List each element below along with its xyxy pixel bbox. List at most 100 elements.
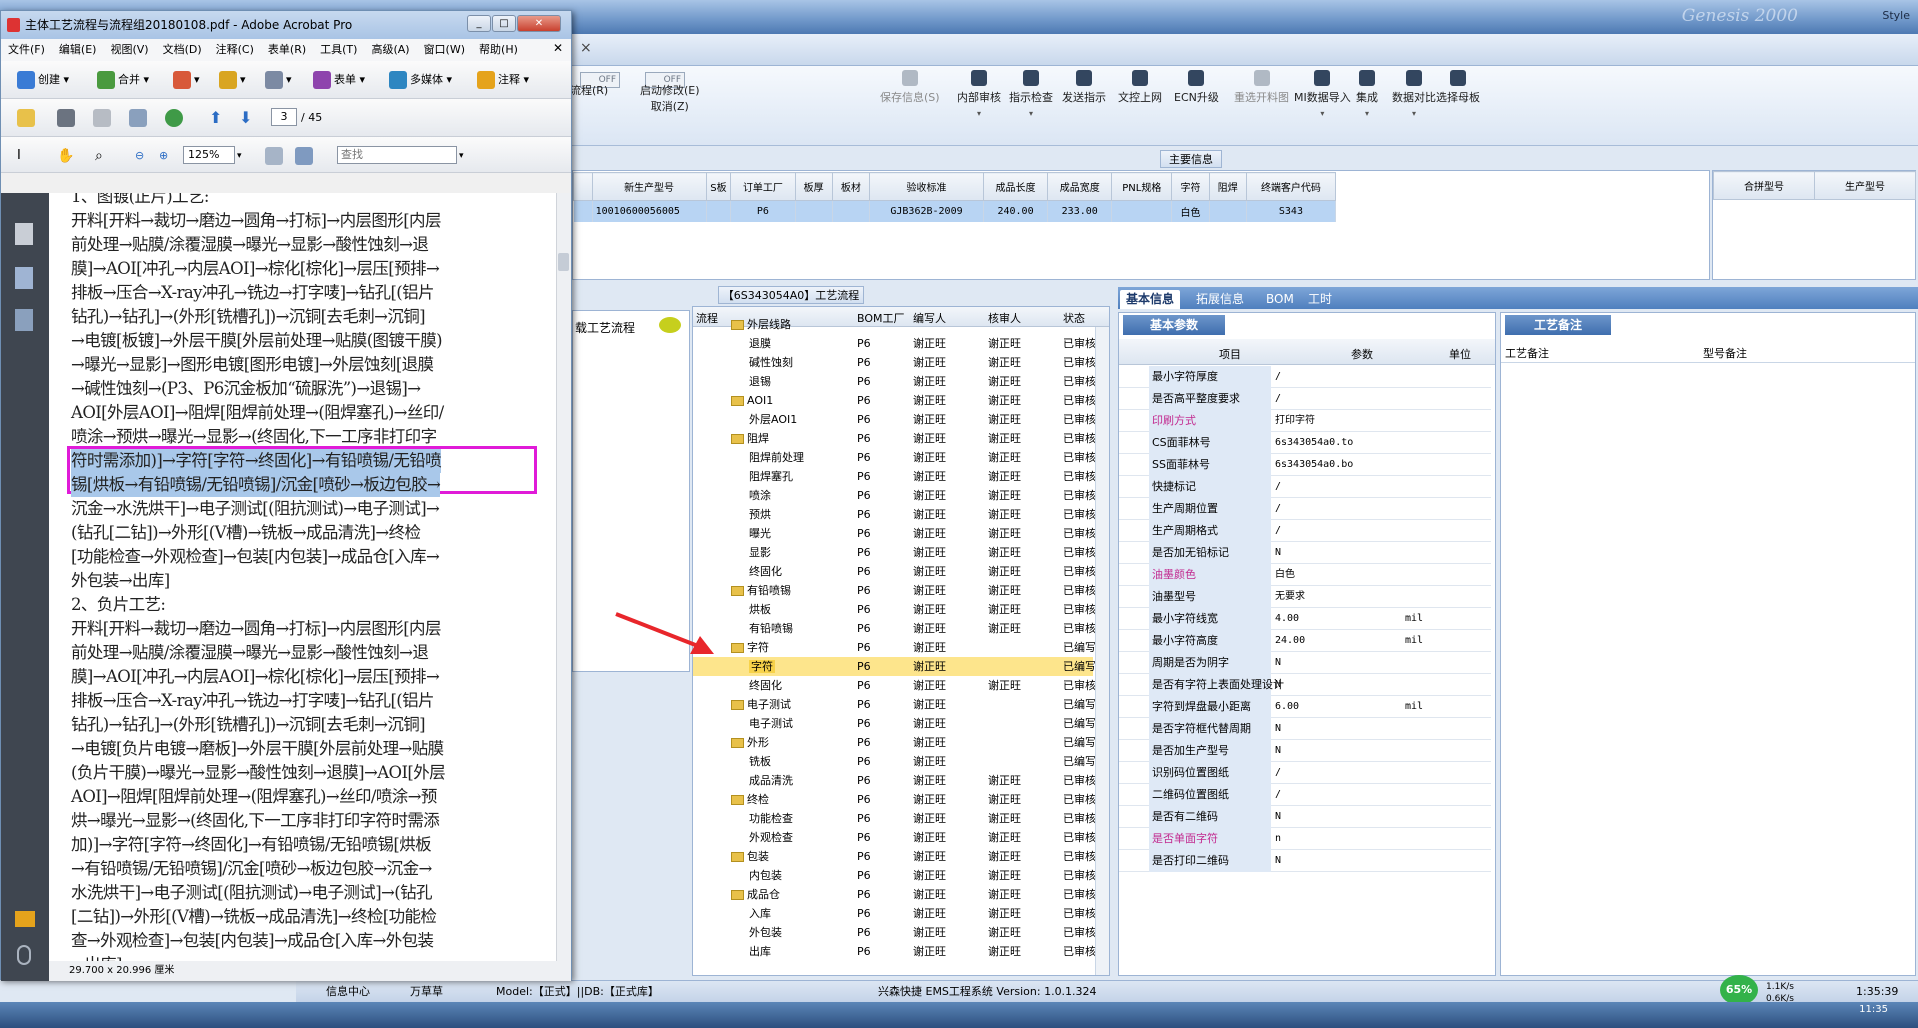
param-value[interactable]: 6s343054a0.bo (1275, 454, 1353, 476)
main-col-header[interactable]: 验收标准 (869, 172, 984, 201)
zoom-out-icon[interactable]: ⊖ (135, 146, 144, 166)
ribbon-button-2[interactable]: 保存信息(S) (880, 70, 940, 105)
web-icon[interactable] (165, 108, 186, 128)
chevron-down-icon[interactable]: ▾ (1009, 109, 1053, 118)
ribbon-button-12[interactable]: 选择母板 (1436, 70, 1480, 105)
param-row[interactable]: 二维码位置图纸 / (1119, 784, 1491, 806)
param-value[interactable]: 6.00 (1275, 696, 1299, 718)
flow-tree-row[interactable]: 终检 P6 谢正旺 谢正旺 已审核 (693, 790, 1096, 809)
flow-tree-row[interactable]: 喷涂 P6 谢正旺 谢正旺 已审核 (693, 486, 1096, 505)
param-row[interactable]: 是否单面字符 n (1119, 828, 1491, 850)
main-cell[interactable]: 10010600056005 (592, 200, 707, 222)
pdf-text-line[interactable]: 排板→压合→X-ray冲孔→铣边→打字唛]→钻孔[(铝片 (71, 281, 435, 305)
main-col-header[interactable]: S板 (705, 172, 732, 201)
chevron-down-icon[interactable]: ▾ (1392, 109, 1436, 118)
acrobat-menu-item[interactable]: 工具(T) (313, 39, 364, 61)
chevron-down-icon[interactable]: ▾ (1356, 109, 1378, 118)
ribbon-button-1[interactable]: 启动修改(E) 取消(Z) (640, 82, 700, 114)
param-value[interactable]: n (1275, 828, 1281, 850)
pdf-text-line[interactable]: [功能检查→外观检查]→包装[内包装]→成品仓[入库→ (71, 545, 440, 569)
acrobat-menu-item[interactable]: 视图(V) (103, 39, 155, 61)
main-col-header[interactable]: PNL规格 (1111, 172, 1173, 201)
main-cell[interactable] (795, 200, 833, 222)
acrobat-menu-item[interactable]: 表单(R) (261, 39, 313, 61)
fit-page-icon[interactable] (265, 146, 286, 166)
fullscreen-icon[interactable] (295, 146, 316, 166)
flow-tree-row[interactable]: 电子测试 P6 谢正旺 已编写 (693, 695, 1096, 714)
ribbon-button-8[interactable]: 重选开料图 (1234, 70, 1289, 105)
param-value[interactable]: 24.00 (1275, 630, 1305, 652)
item-col-header[interactable]: 项目 (1219, 346, 1241, 362)
pdf-text-line[interactable]: →出库] (71, 953, 122, 961)
main-cell[interactable] (706, 200, 732, 222)
ribbon-button-5[interactable]: 发送指示 (1062, 70, 1106, 105)
param-value[interactable]: / (1275, 784, 1281, 806)
param-row[interactable]: 是否字符框代替周期 N (1119, 718, 1491, 740)
param-value[interactable]: N (1275, 740, 1281, 762)
pdf-scroll-thumb[interactable] (558, 253, 569, 271)
acrobat-menu-item[interactable]: 注释(C) (209, 39, 261, 61)
acrobat-menu-item[interactable]: 高级(A) (364, 39, 416, 61)
main-cell[interactable] (1209, 200, 1247, 222)
zoom-dropdown-icon[interactable]: ▾ (237, 146, 242, 166)
param-row[interactable]: 油墨颜色 白色 (1119, 564, 1491, 586)
flow-tree-row[interactable]: AOI1 P6 谢正旺 谢正旺 已审核 (693, 391, 1096, 410)
param-value[interactable]: 白色 (1275, 564, 1295, 586)
load-flow-label[interactable]: 载工艺流程 (575, 319, 635, 336)
flow-tree-row[interactable]: 外形 P6 谢正旺 已编写 (693, 733, 1096, 752)
param-value[interactable]: 6s343054a0.to (1275, 432, 1353, 454)
acrobat-menu-item[interactable]: 帮助(H) (472, 39, 525, 61)
param-value[interactable]: 打印字符 (1275, 410, 1315, 432)
main-cell[interactable] (1111, 200, 1173, 222)
ribbon-button-0[interactable]: 流程(R) (570, 82, 608, 98)
pdf-text-line[interactable]: 开料[开料→裁切→磨边→圆角→打标]→内层图形[内层 (71, 209, 441, 233)
pdf-text-line[interactable]: 水洗烘干]→电子测试[(阻抗测试)→电子测试]→(钻孔 (71, 881, 433, 905)
flow-tree-row[interactable]: 铣板 P6 谢正旺 已编写 (693, 752, 1096, 771)
pdf-text-line[interactable]: 外包装→出库] (71, 569, 170, 593)
flow-tree-row[interactable]: 退膜 P6 谢正旺 谢正旺 已审核 (693, 334, 1096, 353)
signatures-icon[interactable] (15, 309, 33, 331)
pdf-text-line[interactable]: 锡[烘板→有铅喷锡/无铅喷锡]/沉金[喷砂→板边包胶→ (71, 473, 441, 497)
maximize-button[interactable]: □ (492, 15, 516, 32)
param-value[interactable]: N (1275, 674, 1281, 696)
main-col-header[interactable]: 字符 (1171, 172, 1210, 201)
pdf-text-line[interactable]: 烘→曝光→显影→(终固化,下一工序非打印字符时需添 (71, 809, 440, 833)
flow-tree-row[interactable]: 阻焊前处理 P6 谢正旺 谢正旺 已审核 (693, 448, 1096, 467)
pdf-text-line[interactable]: (负片干膜)→曝光→显影→酸性蚀刻→退膜]→AOI[外层 (71, 761, 446, 785)
flow-tree-row[interactable]: 有铅喷锡 P6 谢正旺 谢正旺 已审核 (693, 581, 1096, 600)
param-value[interactable]: / (1275, 498, 1281, 520)
param-row[interactable]: 是否有二维码 N (1119, 806, 1491, 828)
ribbon-button-3[interactable]: 内部审核 ▾ (957, 70, 1001, 118)
param-row[interactable]: 生产周期格式 / (1119, 520, 1491, 542)
flow-tree-row[interactable]: 碱性蚀刻 P6 谢正旺 谢正旺 已审核 (693, 353, 1096, 372)
select-text-icon[interactable]: I (17, 146, 21, 166)
main-col-header[interactable]: 板材 (831, 172, 871, 201)
param-value[interactable]: 4.00 (1275, 608, 1299, 630)
main-col-header[interactable]: 板厚 (794, 172, 833, 201)
merge-model-header[interactable]: 合拼型号 (1713, 171, 1815, 200)
pdf-text-line[interactable]: 1、图镀(正片)工艺: (71, 193, 209, 209)
pdf-text-line[interactable]: 膜]→AOI[冲孔→内层AOI]→棕化[棕化]→层压[预排→ (71, 257, 440, 281)
param-row[interactable]: 识别码位置图纸 / (1119, 762, 1491, 784)
ribbon-button-10[interactable]: 集成 ▾ (1356, 70, 1378, 118)
tab-extended-info[interactable]: 拓展信息 (1190, 290, 1250, 309)
flow-tree-row[interactable]: 阻焊 P6 谢正旺 谢正旺 已审核 (693, 429, 1096, 448)
find-dropdown-icon[interactable]: ▾ (459, 146, 464, 166)
style-menu[interactable]: Style (1882, 9, 1910, 22)
pdf-text-line[interactable]: 前处理→贴膜/涂覆湿膜→曝光→显影→酸性蚀刻→退 (71, 641, 429, 665)
flow-tree-row[interactable]: 功能检查 P6 谢正旺 谢正旺 已审核 (693, 809, 1096, 828)
param-value[interactable]: N (1275, 542, 1281, 564)
comments-panel-icon[interactable] (15, 911, 35, 927)
tab-work-hours[interactable]: 工时 (1302, 290, 1338, 309)
param-row[interactable]: 油墨型号 无要求 (1119, 586, 1491, 608)
ribbon-button-4[interactable]: 指示检查 ▾ (1009, 70, 1053, 118)
param-row[interactable]: 周期是否为阴字 N (1119, 652, 1491, 674)
info-center-link[interactable]: 信息中心 (326, 981, 370, 1003)
param-value[interactable]: N (1275, 718, 1281, 740)
pdf-text-line[interactable]: 加)]→字符[字符→终固化]→有铅喷锡/无铅喷锡[烘板 (71, 833, 432, 857)
print-icon[interactable] (57, 108, 78, 128)
param-row[interactable]: 是否加无铅标记 N (1119, 542, 1491, 564)
multimedia-button[interactable]: 多媒体 ▾ (389, 70, 452, 90)
flow-scrollbar[interactable] (1095, 327, 1109, 975)
page-number-input[interactable]: 3 (271, 108, 297, 126)
